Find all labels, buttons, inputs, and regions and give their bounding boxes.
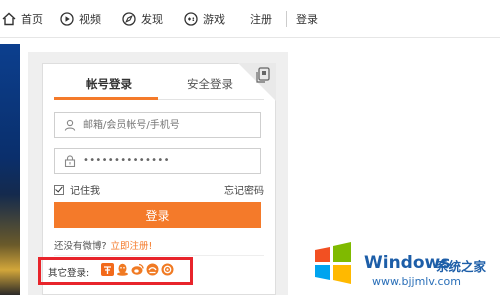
top-navigation: 首页 视频 发现 游戏 注册 登录 — [0, 0, 500, 38]
tab-account-login[interactable]: 帐号登录 — [86, 76, 132, 92]
active-tab-indicator — [54, 97, 158, 100]
username-input[interactable] — [83, 116, 255, 134]
login-button[interactable]: 登录 — [54, 202, 261, 228]
nav-login-label: 登录 — [296, 13, 318, 26]
nav-game[interactable]: 游戏 — [184, 0, 225, 38]
compass-icon — [122, 12, 136, 26]
nav-register-label: 注册 — [250, 13, 272, 26]
nav-register[interactable]: 注册 — [250, 0, 272, 38]
taobao-icon[interactable] — [101, 263, 114, 276]
alipay-icon[interactable] — [161, 263, 174, 276]
nav-game-label: 游戏 — [203, 13, 225, 26]
play-icon — [60, 12, 74, 26]
nav-video-label: 视频 — [79, 13, 101, 26]
baidu-icon[interactable] — [146, 263, 159, 276]
user-icon — [64, 119, 76, 131]
nav-login[interactable]: 登录 — [296, 0, 318, 38]
watermark-subtitle: 系统之家 — [436, 259, 487, 274]
gamepad-icon — [184, 12, 198, 26]
banner-image — [0, 44, 20, 295]
weibo-icon[interactable] — [131, 263, 144, 276]
remember-me-label: 记住我 — [70, 186, 100, 197]
nav-divider — [286, 11, 287, 27]
home-icon — [2, 12, 16, 26]
no-weibo-text: 还没有微博? — [54, 241, 107, 252]
password-input[interactable]: •••••••••••••• — [83, 155, 170, 166]
qq-icon[interactable] — [116, 263, 129, 276]
tab-secure-login[interactable]: 安全登录 — [187, 76, 233, 92]
remember-me-checkbox[interactable]: 记住我 — [54, 182, 100, 197]
nav-discover-label: 发现 — [141, 13, 163, 26]
other-login-divider — [54, 255, 264, 256]
register-prompt: 还没有微博? 立即注册! — [54, 238, 152, 252]
other-login-label: 其它登录: — [48, 268, 90, 279]
checkbox-checked-icon[interactable] — [54, 184, 64, 195]
nav-video[interactable]: 视频 — [60, 0, 101, 38]
watermark-url: www.bjjmlv.com — [372, 275, 461, 288]
lock-icon — [64, 155, 76, 167]
nav-discover[interactable]: 发现 — [122, 0, 163, 38]
nav-home[interactable]: 首页 — [2, 0, 43, 38]
username-field — [54, 112, 261, 138]
windows-logo-icon — [315, 242, 351, 284]
qrcode-corner-icon[interactable] — [238, 63, 276, 101]
register-now-link[interactable]: 立即注册! — [111, 241, 153, 252]
nav-home-label: 首页 — [21, 13, 43, 26]
password-field: •••••••••••••• — [54, 148, 261, 174]
forgot-password-link[interactable]: 忘记密码 — [224, 182, 264, 197]
